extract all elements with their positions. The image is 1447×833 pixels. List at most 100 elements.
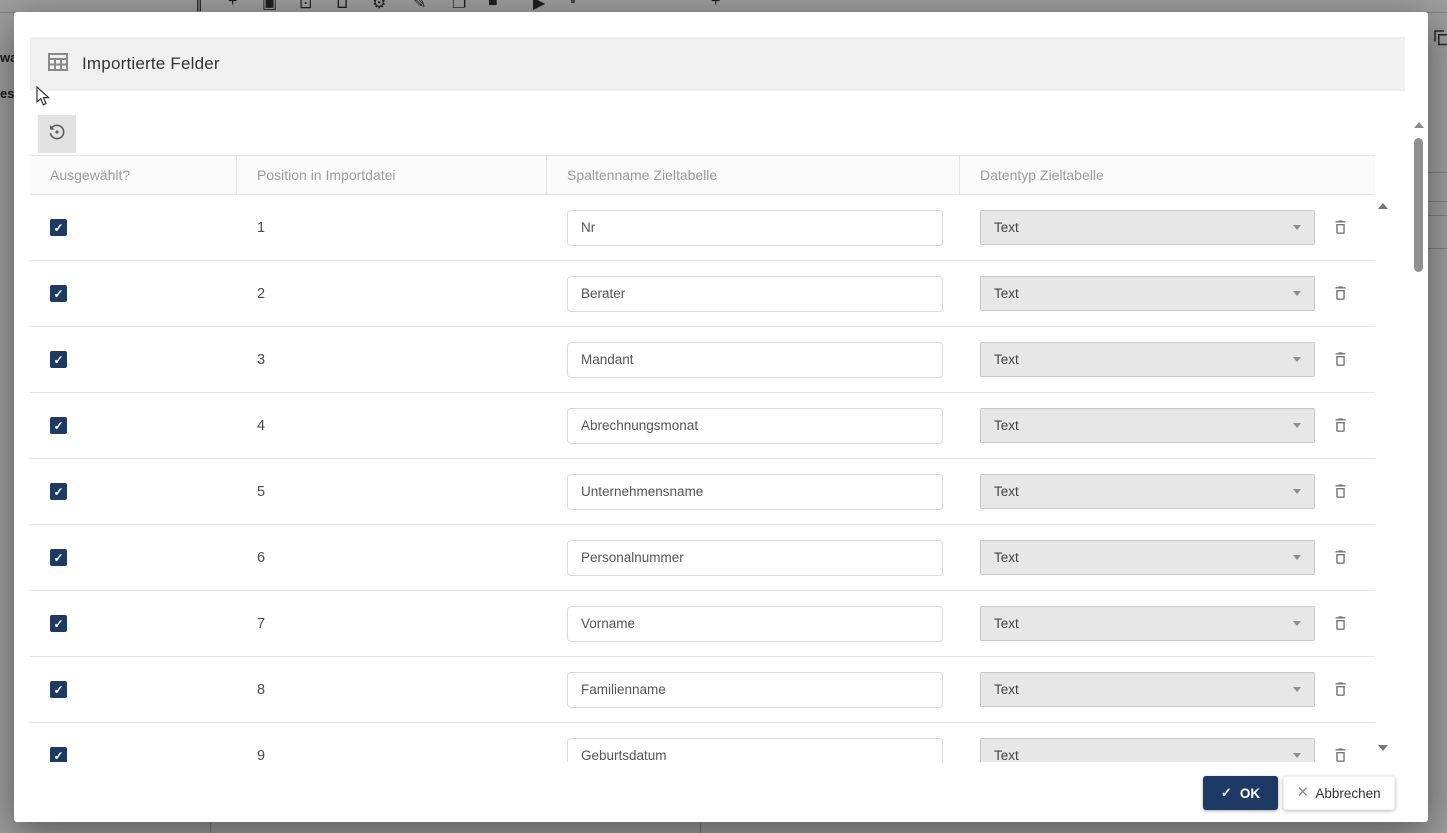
datatype-dropdown[interactable]: Text	[980, 474, 1315, 509]
ok-button[interactable]: ✓ OK	[1203, 776, 1278, 810]
datatype-dropdown[interactable]: Text	[980, 408, 1315, 443]
row-selected-checkbox[interactable]: ✓	[50, 219, 67, 236]
position-value: 2	[257, 286, 265, 302]
delete-row-icon[interactable]	[1332, 219, 1349, 236]
delete-row-icon[interactable]	[1332, 417, 1349, 434]
delete-row-icon[interactable]	[1332, 483, 1349, 500]
chevron-down-icon	[1293, 687, 1301, 692]
column-name-input[interactable]	[567, 672, 943, 708]
row-selected-checkbox[interactable]: ✓	[50, 549, 67, 566]
table-row: ✓ 5 Text	[30, 459, 1375, 525]
close-icon: ×	[1297, 783, 1308, 802]
check-icon: ✓	[53, 222, 63, 234]
delete-row-icon[interactable]	[1332, 285, 1349, 302]
column-name-input[interactable]	[567, 606, 943, 642]
header-datentyp: Datentyp Zieltabelle	[960, 156, 1375, 194]
chevron-down-icon	[1293, 621, 1301, 626]
position-value: 3	[257, 352, 265, 368]
table-row: ✓ 7 Text	[30, 591, 1375, 657]
reset-mapping-button[interactable]	[38, 115, 76, 153]
datatype-dropdown[interactable]: Text	[980, 342, 1315, 377]
delete-row-icon[interactable]	[1332, 549, 1349, 566]
delete-row-icon[interactable]	[1332, 615, 1349, 632]
table-row: ✓ 2 Text	[30, 261, 1375, 327]
imported-fields-dialog: Importierte Felder Ausgewählt? Position …	[14, 12, 1428, 822]
position-value: 6	[257, 550, 265, 566]
row-selected-checkbox[interactable]: ✓	[50, 417, 67, 434]
datatype-value: Text	[994, 220, 1019, 235]
datatype-value: Text	[994, 550, 1019, 565]
column-name-input[interactable]	[567, 540, 943, 576]
datatype-value: Text	[994, 418, 1019, 433]
row-selected-checkbox[interactable]: ✓	[50, 285, 67, 302]
header-ausgewaehlt: Ausgewählt?	[30, 156, 237, 194]
datatype-value: Text	[994, 484, 1019, 499]
check-icon: ✓	[53, 420, 63, 432]
table-body: ✓ 1 Text ✓ 2	[30, 195, 1375, 762]
column-name-input[interactable]	[567, 210, 943, 246]
check-icon: ✓	[53, 618, 63, 630]
cancel-button[interactable]: × Abbrechen	[1283, 776, 1395, 810]
table-row: ✓ 4 Text	[30, 393, 1375, 459]
datatype-value: Text	[994, 682, 1019, 697]
datatype-value: Text	[994, 748, 1019, 762]
table-scroll-down-icon[interactable]	[1378, 745, 1388, 751]
column-name-input[interactable]	[567, 276, 943, 312]
dialog-scroll-up-icon[interactable]	[1414, 122, 1424, 128]
delete-row-icon[interactable]	[1332, 681, 1349, 698]
dialog-scrollbar-thumb[interactable]	[1414, 138, 1423, 272]
chevron-down-icon	[1293, 291, 1301, 296]
check-icon: ✓	[53, 288, 63, 300]
chevron-down-icon	[1293, 423, 1301, 428]
chevron-down-icon	[1293, 225, 1301, 230]
datatype-value: Text	[994, 616, 1019, 631]
datatype-value: Text	[994, 352, 1019, 367]
position-value: 8	[257, 682, 265, 698]
chevron-down-icon	[1293, 357, 1301, 362]
column-name-input[interactable]	[567, 408, 943, 444]
row-selected-checkbox[interactable]: ✓	[50, 615, 67, 632]
delete-row-icon[interactable]	[1332, 747, 1349, 762]
chevron-down-icon	[1293, 555, 1301, 560]
position-value: 4	[257, 418, 265, 434]
check-icon: ✓	[53, 750, 63, 762]
datatype-dropdown[interactable]: Text	[980, 210, 1315, 245]
chevron-down-icon	[1293, 489, 1301, 494]
position-value: 5	[257, 484, 265, 500]
check-icon: ✓	[53, 684, 63, 696]
table-scroll-up-icon[interactable]	[1378, 203, 1388, 209]
row-selected-checkbox[interactable]: ✓	[50, 351, 67, 368]
delete-row-icon[interactable]	[1332, 351, 1349, 368]
table-row: ✓ 1 Text	[30, 195, 1375, 261]
datatype-dropdown[interactable]: Text	[980, 672, 1315, 707]
table-row: ✓ 6 Text	[30, 525, 1375, 591]
column-name-input[interactable]	[567, 342, 943, 378]
row-selected-checkbox[interactable]: ✓	[50, 747, 67, 762]
table-row: ✓ 3 Text	[30, 327, 1375, 393]
table-header-row: Ausgewählt? Position in Importdatei Spal…	[30, 155, 1375, 195]
datatype-dropdown[interactable]: Text	[980, 276, 1315, 311]
dialog-title: Importierte Felder	[82, 54, 220, 74]
header-position: Position in Importdatei	[237, 156, 547, 194]
position-value: 1	[257, 220, 265, 236]
datatype-value: Text	[994, 286, 1019, 301]
datatype-dropdown[interactable]: Text	[980, 606, 1315, 641]
check-icon: ✓	[53, 486, 63, 498]
position-value: 9	[257, 748, 265, 763]
table-row: ✓ 8 Text	[30, 657, 1375, 723]
restore-icon	[47, 122, 67, 147]
table-grid-icon	[48, 53, 68, 76]
row-selected-checkbox[interactable]: ✓	[50, 483, 67, 500]
chevron-down-icon	[1293, 753, 1301, 758]
column-name-input[interactable]	[567, 738, 943, 763]
datatype-dropdown[interactable]: Text	[980, 738, 1315, 762]
check-icon: ✓	[1221, 785, 1232, 801]
table-row: ✓ 9 Text	[30, 723, 1375, 762]
datatype-dropdown[interactable]: Text	[980, 540, 1315, 575]
screen: ∥+▣⊡⊔⚙✎❐■▶▪+ wa es	[0, 0, 1447, 833]
check-icon: ✓	[53, 552, 63, 564]
column-name-input[interactable]	[567, 474, 943, 510]
check-icon: ✓	[53, 354, 63, 366]
dialog-titlebar: Importierte Felder	[30, 37, 1405, 91]
row-selected-checkbox[interactable]: ✓	[50, 681, 67, 698]
